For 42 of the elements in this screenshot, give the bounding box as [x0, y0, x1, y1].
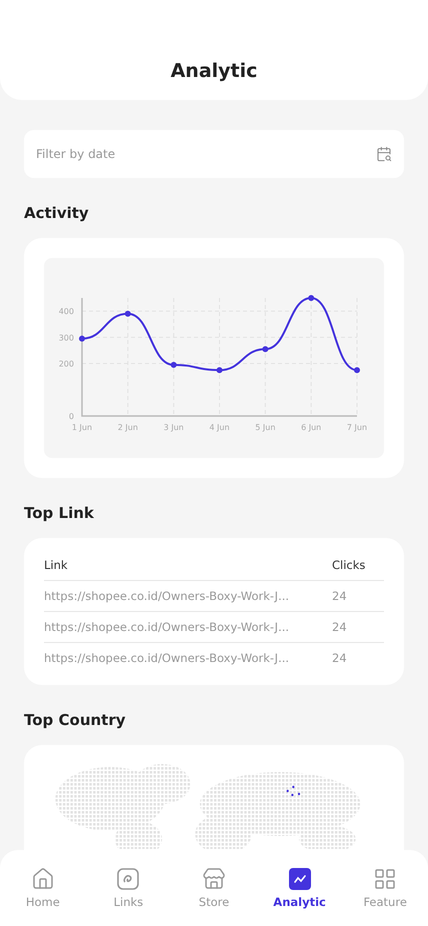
data-point	[216, 367, 222, 374]
store-icon	[202, 867, 226, 891]
y-tick-label: 0	[68, 412, 74, 421]
link-cell-text: https://shopee.co.id/Owners-Boxy-Work-J...	[44, 651, 290, 665]
x-tick-label: 2 Jun	[118, 423, 138, 432]
data-point	[170, 362, 177, 368]
x-tick-label: 4 Jun	[209, 423, 230, 432]
x-tick-label: 3 Jun	[164, 423, 184, 432]
x-tick-label: 5 Jun	[255, 423, 276, 432]
column-header: Clicks	[332, 558, 366, 572]
home-icon	[30, 867, 55, 891]
page-title: Analytic	[170, 60, 258, 82]
link-cell-text: https://shopee.co.id/Owners-Boxy-Work-J...	[44, 620, 290, 634]
nav-tab[interactable]: Links	[92, 867, 164, 909]
grid-icon	[373, 867, 398, 891]
nav-tab[interactable]: Analytic	[264, 867, 336, 909]
clicks-cell-text: 24	[332, 651, 348, 665]
nav-tab[interactable]: Home	[6, 867, 79, 909]
x-tick-label: 6 Jun	[301, 423, 322, 432]
y-tick-label: 200	[58, 360, 74, 369]
y-tick-label: 300	[58, 333, 74, 342]
x-tick-label: 7 Jun	[346, 423, 368, 432]
nav-tab[interactable]: Store	[178, 867, 250, 909]
clicks-cell-text: 24	[332, 620, 348, 634]
data-point	[308, 295, 314, 301]
column-header: Link	[44, 558, 69, 572]
data-point	[262, 346, 268, 352]
nav-tab[interactable]: Feature	[349, 867, 422, 909]
data-point	[124, 310, 131, 317]
date-filter-field[interactable]: Filter by date	[24, 130, 404, 178]
x-tick-label: 1 Jun	[72, 423, 92, 432]
link-icon	[116, 867, 140, 891]
chart-icon	[288, 867, 312, 891]
clicks-cell-text: 24	[332, 589, 348, 603]
section-title: Top Link	[24, 504, 95, 522]
y-tick-label: 400	[58, 307, 74, 316]
link-cell-text: https://shopee.co.id/Owners-Boxy-Work-J...	[44, 589, 290, 603]
section-title: Activity	[24, 204, 90, 222]
calendar-icon	[376, 146, 392, 162]
data-point	[79, 336, 85, 342]
data-point	[354, 367, 360, 374]
section-title: Top Country	[24, 711, 127, 729]
